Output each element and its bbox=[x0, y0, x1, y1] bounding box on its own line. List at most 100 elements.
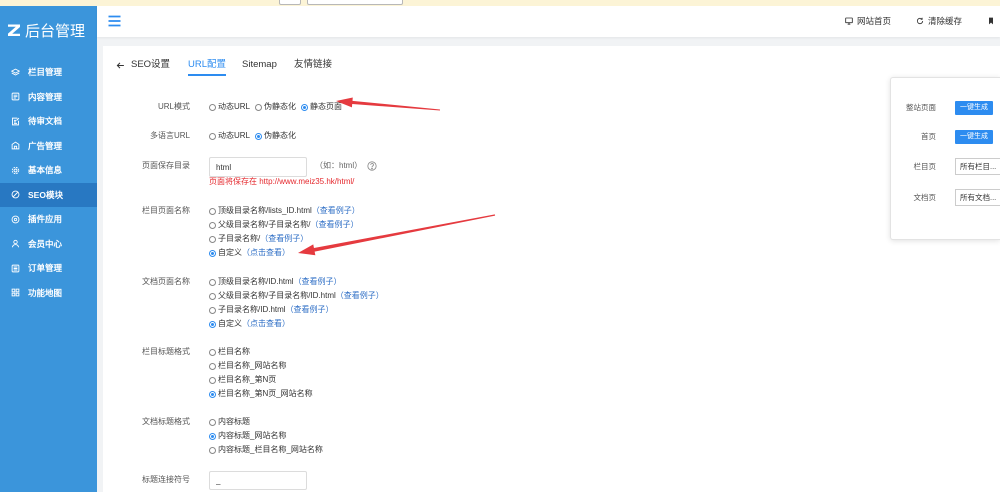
generate-panel: 整站页面 一键生成 首页 一键生成 栏目页 所有栏目... 文档页 所有文档..… bbox=[890, 77, 1000, 240]
url-mode-row: URL模式 动态URL 伪静态化 静态页面 bbox=[103, 100, 803, 114]
save-dir-input[interactable] bbox=[209, 157, 307, 177]
url-mode-options: 动态URL 伪静态化 静态页面 bbox=[209, 100, 347, 114]
column-title-format-option[interactable]: 栏目名称_第N页 bbox=[209, 373, 313, 387]
sidebar-item-label: 基本信息 bbox=[28, 165, 63, 176]
sidebar-item-label: 待审文档 bbox=[28, 116, 63, 127]
doc-title-format-option[interactable]: 内容标题_栏目名称_网站名称 bbox=[209, 443, 323, 457]
plugin-icon bbox=[11, 215, 20, 224]
radio-circle[interactable] bbox=[209, 103, 216, 111]
column-title-format-row: 栏目标题格式 栏目名称 栏目名称_网站名称 栏目名称_第N页 栏目名称_第N页_… bbox=[103, 345, 803, 401]
column-page-name-option[interactable]: 父级目录名称/子目录名称/（查看例子） bbox=[209, 218, 360, 232]
question-circle-icon[interactable] bbox=[367, 161, 377, 171]
radio-circle[interactable] bbox=[209, 418, 216, 426]
radio-circle[interactable] bbox=[209, 348, 216, 356]
sidebar-item-seo[interactable]: SEO模块 bbox=[0, 182, 97, 207]
view-example-link[interactable]: （查看例子） bbox=[312, 204, 360, 218]
radio-circle[interactable] bbox=[209, 362, 216, 370]
notice-strip-box[interactable] bbox=[279, 0, 301, 5]
clear-cache-link[interactable]: 清除缓存 bbox=[916, 15, 962, 27]
radio-circle[interactable] bbox=[209, 235, 216, 243]
option-text: 内容标题 bbox=[218, 417, 250, 426]
option-text: 栏目名称_第N页 bbox=[218, 375, 277, 384]
view-example-link[interactable]: （查看例子） bbox=[260, 232, 308, 246]
doc-page-name-option[interactable]: 父级目录名称/子目录名称/ID.html （查看例子） bbox=[209, 289, 384, 303]
sidebar-item-label: 栏目管理 bbox=[28, 67, 63, 78]
order-list-icon bbox=[11, 264, 20, 273]
doc-title-format-row: 文档标题格式 内容标题 内容标题_网站名称 内容标题_栏目名称_网站名称 bbox=[103, 415, 803, 457]
option-text: 顶级目录名称/lists_ID.html bbox=[218, 206, 312, 215]
url-mode-pseudo-static-radio[interactable]: 伪静态化 bbox=[255, 100, 296, 114]
sidebar-item-content-management[interactable]: 内容管理 bbox=[0, 85, 97, 110]
radio-circle[interactable] bbox=[255, 132, 263, 140]
sidebar-menu: 栏目管理 内容管理 待审文档 广告管理 基本信息 SEO模块 插件应用 会员中心… bbox=[0, 60, 97, 305]
document-select[interactable]: 所有文档... bbox=[955, 189, 1000, 206]
sidebar-item-label: 广告管理 bbox=[28, 140, 63, 151]
radio-circle[interactable] bbox=[209, 390, 216, 398]
view-example-link[interactable]: （查看例子） bbox=[294, 275, 342, 289]
tab-friend-links[interactable]: 友情链接 bbox=[294, 58, 332, 72]
sidebar-item-feature-map[interactable]: 功能地图 bbox=[0, 281, 97, 306]
doc-page-name-option[interactable]: 自定义 （点击查看） bbox=[209, 317, 384, 331]
radio-circle[interactable] bbox=[209, 221, 216, 229]
radio-circle[interactable] bbox=[301, 103, 309, 111]
radio-circle[interactable] bbox=[209, 249, 216, 257]
url-mode-static-radio[interactable]: 静态页面 bbox=[301, 100, 342, 114]
logo[interactable]: 后台管理 bbox=[7, 18, 85, 42]
notice-strip-box[interactable] bbox=[307, 0, 403, 5]
radio-circle[interactable] bbox=[255, 103, 263, 111]
radio-circle[interactable] bbox=[209, 376, 216, 384]
site-home-link[interactable]: 网站首页 bbox=[845, 15, 891, 27]
option-text: 内容标题_网站名称 bbox=[218, 431, 287, 440]
tab-sitemap[interactable]: Sitemap bbox=[242, 58, 277, 72]
lang-url-pseudo-static-radio[interactable]: 伪静态化 bbox=[255, 129, 296, 143]
tab-url-config[interactable]: URL配置 bbox=[188, 58, 227, 76]
document-edit-icon bbox=[11, 117, 20, 126]
hamburger-icon[interactable] bbox=[108, 15, 121, 27]
lang-url-options: 动态URL 伪静态化 bbox=[209, 129, 301, 143]
sidebar-item-orders[interactable]: 订单管理 bbox=[0, 256, 97, 281]
generate-home-button[interactable]: 一键生成 bbox=[955, 129, 993, 144]
sidebar-item-column-management[interactable]: 栏目管理 bbox=[0, 60, 97, 85]
radio-circle[interactable] bbox=[209, 292, 216, 300]
radio-circle[interactable] bbox=[209, 132, 216, 140]
click-to-view-link[interactable]: （点击查看） bbox=[242, 246, 290, 260]
column-page-name-option[interactable]: 自定义 （点击查看） bbox=[209, 246, 360, 260]
sidebar-item-plugins[interactable]: 插件应用 bbox=[0, 207, 97, 232]
title-separator-input[interactable] bbox=[209, 471, 307, 490]
column-page-name-option[interactable]: 子目录名称/（查看例子） bbox=[209, 232, 360, 246]
radio-circle[interactable] bbox=[209, 432, 216, 440]
url-mode-dynamic-radio[interactable]: 动态URL bbox=[209, 100, 250, 114]
back-button[interactable]: SEO设置 bbox=[116, 58, 170, 72]
doc-title-format-option[interactable]: 内容标题_网站名称 bbox=[209, 429, 323, 443]
doc-page-name-option[interactable]: 顶级目录名称/ID.html （查看例子） bbox=[209, 275, 384, 289]
radio-circle[interactable] bbox=[209, 446, 216, 454]
doc-page-name-option[interactable]: 子目录名称/ID.html （查看例子） bbox=[209, 303, 384, 317]
column-title-format-option[interactable]: 栏目名称 bbox=[209, 345, 313, 359]
column-title-format-option[interactable]: 栏目名称_第N页_网站名称 bbox=[209, 387, 313, 401]
sidebar-item-members[interactable]: 会员中心 bbox=[0, 232, 97, 257]
click-to-view-link[interactable]: （点击查看） bbox=[242, 317, 290, 331]
generate-row-label: 首页 bbox=[921, 132, 936, 141]
view-example-link[interactable]: （查看例子） bbox=[310, 218, 358, 232]
save-dir-hint: （如：html） bbox=[315, 161, 363, 170]
option-text: 栏目名称_网站名称 bbox=[218, 361, 287, 370]
generate-whole-site-button[interactable]: 一键生成 bbox=[955, 100, 993, 115]
view-example-link[interactable]: （查看例子） bbox=[336, 289, 384, 303]
sidebar-item-basic-info[interactable]: 基本信息 bbox=[0, 158, 97, 183]
sidebar-item-ad-management[interactable]: 广告管理 bbox=[0, 134, 97, 159]
radio-circle[interactable] bbox=[209, 306, 216, 314]
generate-row-label: 整站页面 bbox=[906, 103, 936, 112]
column-page-name-option[interactable]: 顶级目录名称/lists_ID.html （查看例子） bbox=[209, 204, 360, 218]
bookmark-link[interactable] bbox=[987, 15, 995, 27]
document-list-icon bbox=[11, 92, 20, 101]
doc-title-format-option[interactable]: 内容标题 bbox=[209, 415, 323, 429]
lang-url-dynamic-radio[interactable]: 动态URL bbox=[209, 129, 250, 143]
radio-circle[interactable] bbox=[209, 207, 216, 215]
column-title-format-option[interactable]: 栏目名称_网站名称 bbox=[209, 359, 313, 373]
option-text: 静态页面 bbox=[310, 102, 343, 111]
radio-circle[interactable] bbox=[209, 278, 216, 286]
column-select[interactable]: 所有栏目... bbox=[955, 158, 1000, 175]
sidebar-item-pending-documents[interactable]: 待审文档 bbox=[0, 109, 97, 134]
radio-circle[interactable] bbox=[209, 320, 216, 328]
view-example-link[interactable]: （查看例子） bbox=[286, 303, 334, 317]
